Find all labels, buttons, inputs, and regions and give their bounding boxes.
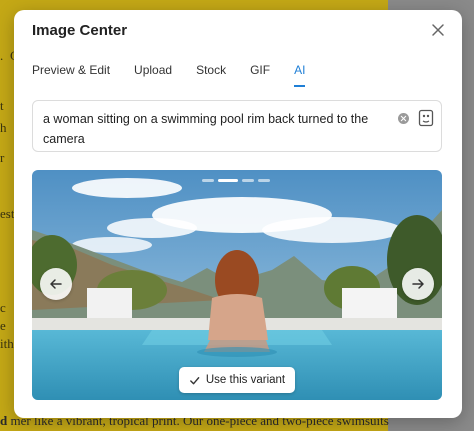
next-variant-button[interactable]: [402, 268, 434, 300]
checkmark-icon: [190, 376, 200, 384]
bg-text: est: [0, 206, 15, 221]
tab-bar: Preview & Edit Upload Stock GIF AI: [32, 63, 329, 87]
carousel-dot[interactable]: [242, 179, 254, 182]
use-variant-button[interactable]: Use this variant: [179, 367, 295, 393]
clear-prompt-button[interactable]: [398, 113, 409, 124]
carousel-dot[interactable]: [202, 179, 214, 182]
carousel-dot-active[interactable]: [218, 179, 238, 182]
bg-text: r: [0, 150, 5, 165]
arrow-right-icon: [412, 279, 424, 289]
tab-gif[interactable]: GIF: [250, 63, 270, 87]
generated-image: [32, 170, 442, 400]
close-icon: [432, 24, 444, 36]
bg-text: .: [0, 48, 4, 63]
prompt-options-button[interactable]: [418, 109, 434, 127]
bg-text: h: [0, 120, 7, 135]
prompt-options-icon: [418, 109, 434, 127]
prompt-text[interactable]: a woman sitting on a swimming pool rim b…: [43, 109, 383, 149]
tab-preview-edit[interactable]: Preview & Edit: [32, 63, 110, 87]
generated-image-carousel: Use this variant: [32, 170, 442, 400]
dialog-title: Image Center: [32, 22, 128, 39]
tab-ai[interactable]: AI: [294, 63, 306, 87]
arrow-left-icon: [50, 279, 62, 289]
use-variant-label: Use this variant: [205, 374, 286, 386]
tab-stock[interactable]: Stock: [196, 63, 226, 87]
bg-bottom-left: d: [0, 413, 8, 428]
tab-upload[interactable]: Upload: [134, 63, 172, 87]
carousel-indicators: [202, 179, 270, 182]
prompt-input[interactable]: a woman sitting on a swimming pool rim b…: [32, 100, 442, 152]
bg-text: c: [0, 300, 6, 315]
carousel-dot[interactable]: [258, 179, 270, 182]
bg-text: e: [0, 318, 6, 333]
bg-text: t: [0, 98, 4, 113]
previous-variant-button[interactable]: [40, 268, 72, 300]
close-button[interactable]: [430, 22, 446, 38]
image-center-dialog: Image Center Preview & Edit Upload Stock…: [14, 10, 462, 418]
bg-text: ith: [0, 336, 14, 351]
